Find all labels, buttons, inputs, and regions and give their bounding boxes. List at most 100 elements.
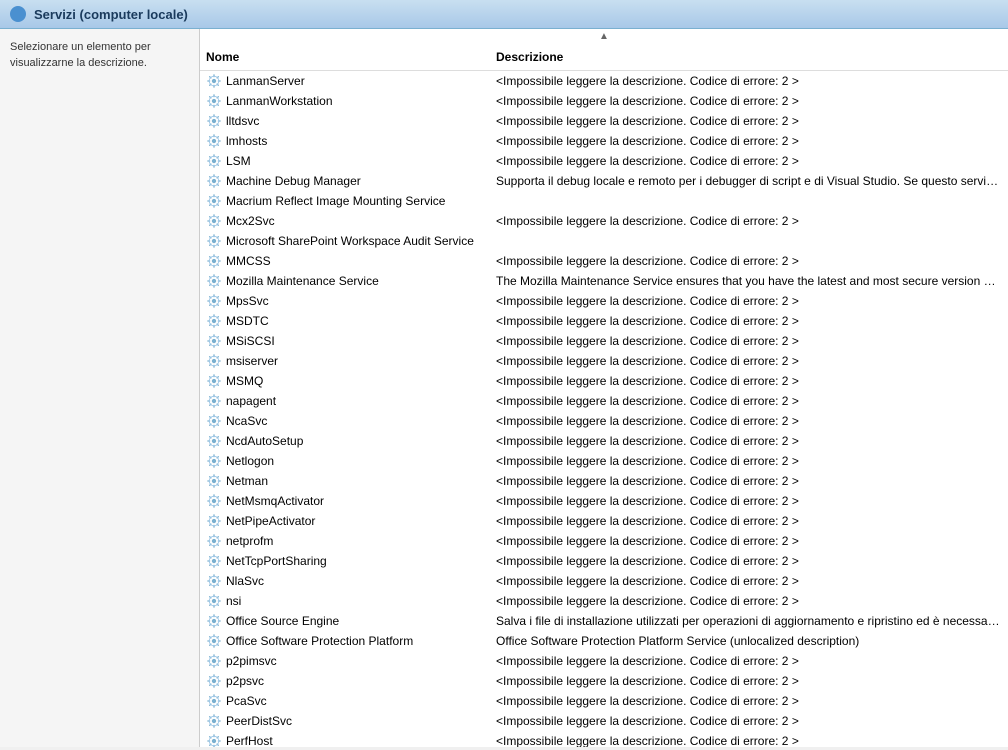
table-row[interactable]: NcdAutoSetup <Impossibile leggere la desc… — [200, 431, 1008, 451]
service-desc-cell: <Impossibile leggere la descrizione. Cod… — [490, 433, 1008, 449]
service-icon — [206, 253, 222, 269]
right-panel: ▲ Nome Descrizione LanmanServer<Impossib… — [200, 29, 1008, 747]
service-name-text: Netman — [226, 474, 268, 488]
table-row[interactable]: MSiSCSI<Impossibile leggere la descrizio… — [200, 331, 1008, 351]
service-name-cell: Office Software Protection Platform — [200, 632, 490, 650]
service-name-cell: p2pimsvc — [200, 652, 490, 670]
service-name-text: lmhosts — [226, 134, 267, 148]
table-header: Nome Descrizione — [200, 44, 1008, 71]
service-name-text: Netlogon — [226, 454, 274, 468]
table-row[interactable]: MSDTC <Impossibile leggere la descrizione… — [200, 311, 1008, 331]
service-name-cell: Netlogon — [200, 452, 490, 470]
service-name-text: Mcx2Svc — [226, 214, 275, 228]
service-name-text: p2psvc — [226, 674, 264, 688]
service-desc-cell: <Impossibile leggere la descrizione. Cod… — [490, 573, 1008, 589]
main-container: Selezionare un elemento per visualizzarn… — [0, 29, 1008, 747]
table-row[interactable]: netprofm<Impossibile leggere la descrizi… — [200, 531, 1008, 551]
service-name-text: Machine Debug Manager — [226, 174, 361, 188]
service-name-text: NetTcpPortSharing — [226, 554, 327, 568]
service-name-text: PerfHost — [226, 734, 273, 747]
service-desc-cell: <Impossibile leggere la descrizione. Cod… — [490, 333, 1008, 349]
service-desc-cell: <Impossibile leggere la descrizione. Cod… — [490, 373, 1008, 389]
table-row[interactable]: Mozilla Maintenance ServiceThe Mozilla M… — [200, 271, 1008, 291]
column-header-description[interactable]: Descrizione — [490, 48, 1008, 66]
table-row[interactable]: LanmanWorkstation<Impossibile leggere la… — [200, 91, 1008, 111]
service-name-text: NlaSvc — [226, 574, 264, 588]
table-row[interactable]: MSMQ<Impossibile leggere la descrizione.… — [200, 371, 1008, 391]
service-name-cell: MMCSS — [200, 252, 490, 270]
table-row[interactable]: Office Software Protection Platform Offic… — [200, 631, 1008, 651]
column-header-name[interactable]: Nome — [200, 48, 490, 66]
table-row[interactable]: NlaSvc <Impossibile leggere la descrizion… — [200, 571, 1008, 591]
table-row[interactable]: lltdsvc<Impossibile leggere la descrizio… — [200, 111, 1008, 131]
service-name-text: PeerDistSvc — [226, 714, 292, 728]
service-name-cell: PcaSvc — [200, 692, 490, 710]
service-desc-cell: <Impossibile leggere la descrizione. Cod… — [490, 133, 1008, 149]
table-row[interactable]: lmhosts <Impossibile leggere la descrizio… — [200, 131, 1008, 151]
table-row[interactable]: Netlogon <Impossibile leggere la descrizi… — [200, 451, 1008, 471]
table-row[interactable]: p2pimsvc<Impossibile leggere la descrizi… — [200, 651, 1008, 671]
table-row[interactable]: Office Source EngineSalva i file di inst… — [200, 611, 1008, 631]
table-row[interactable]: Netman<Impossibile leggere la descrizion… — [200, 471, 1008, 491]
service-name-text: LanmanWorkstation — [226, 94, 333, 108]
service-name-cell: NcaSvc — [200, 412, 490, 430]
service-icon — [206, 213, 222, 229]
table-row[interactable]: nsi<Impossibile leggere la descrizione. … — [200, 591, 1008, 611]
service-name-cell: Mozilla Maintenance Service — [200, 272, 490, 290]
table-row[interactable]: LanmanServer<Impossibile leggere la desc… — [200, 71, 1008, 91]
service-icon — [206, 173, 222, 189]
service-name-text: NcdAutoSetup — [226, 434, 303, 448]
service-desc-cell: Salva i file di installazione utilizzati… — [490, 613, 1008, 629]
service-desc-cell: Office Software Protection Platform Serv… — [490, 633, 1008, 649]
service-desc-cell — [490, 240, 1008, 242]
service-desc-cell: <Impossibile leggere la descrizione. Cod… — [490, 493, 1008, 509]
service-name-cell: PeerDistSvc — [200, 712, 490, 730]
table-row[interactable]: PeerDistSvc <Impossibile leggere la descr… — [200, 711, 1008, 731]
services-table-body[interactable]: LanmanServer <Impossibile leggere la desc… — [200, 71, 1008, 747]
service-icon — [206, 513, 222, 529]
table-row[interactable]: NetMsmqActivator<Impossibile leggere la … — [200, 491, 1008, 511]
service-icon — [206, 653, 222, 669]
service-desc-cell: <Impossibile leggere la descrizione. Cod… — [490, 253, 1008, 269]
service-name-text: NetPipeActivator — [226, 514, 315, 528]
service-name-cell: napagent — [200, 392, 490, 410]
service-name-cell: Netman — [200, 472, 490, 490]
service-name-text: Office Software Protection Platform — [226, 634, 413, 648]
table-row[interactable]: napagent<Impossibile leggere la descrizi… — [200, 391, 1008, 411]
service-name-cell: lmhosts — [200, 132, 490, 150]
table-row[interactable]: Mcx2Svc<Impossibile leggere la descrizio… — [200, 211, 1008, 231]
service-name-text: MSDTC — [226, 314, 269, 328]
service-name-cell: LanmanWorkstation — [200, 92, 490, 110]
table-row[interactable]: PerfHost<Impossibile leggere la descrizi… — [200, 731, 1008, 747]
service-desc-cell: <Impossibile leggere la descrizione. Cod… — [490, 593, 1008, 609]
service-icon — [206, 133, 222, 149]
table-row[interactable]: LSM<Impossibile leggere la descrizione. … — [200, 151, 1008, 171]
table-row[interactable]: p2psvc <Impossibile leggere la descrizion… — [200, 671, 1008, 691]
table-row[interactable]: Macrium Reflect Image Mounting Service — [200, 191, 1008, 211]
service-name-cell: p2psvc — [200, 672, 490, 690]
service-name-text: LanmanServer — [226, 74, 305, 88]
service-name-cell: NetPipeActivator — [200, 512, 490, 530]
service-name-text: p2pimsvc — [226, 654, 277, 668]
service-desc-cell: <Impossibile leggere la descrizione. Cod… — [490, 673, 1008, 689]
service-desc-cell: The Mozilla Maintenance Service ensures … — [490, 273, 1008, 289]
table-row[interactable]: PcaSvc<Impossibile leggere la descrizion… — [200, 691, 1008, 711]
service-desc-cell: <Impossibile leggere la descrizione. Cod… — [490, 313, 1008, 329]
table-row[interactable]: Machine Debug ManagerSupporta il debug l… — [200, 171, 1008, 191]
service-name-cell: LSM — [200, 152, 490, 170]
service-name-cell: NcdAutoSetup — [200, 432, 490, 450]
service-name-text: PcaSvc — [226, 694, 267, 708]
service-desc-cell: <Impossibile leggere la descrizione. Cod… — [490, 713, 1008, 729]
title-bar-text: Servizi (computer locale) — [34, 7, 188, 22]
service-icon — [206, 673, 222, 689]
table-row[interactable]: NcaSvc<Impossibile leggere la descrizion… — [200, 411, 1008, 431]
table-row[interactable]: NetPipeActivator<Impossibile leggere la … — [200, 511, 1008, 531]
service-desc-cell: <Impossibile leggere la descrizione. Cod… — [490, 453, 1008, 469]
table-row[interactable]: msiserver<Impossibile leggere la descriz… — [200, 351, 1008, 371]
table-row[interactable]: NetTcpPortSharing<Impossibile leggere la… — [200, 551, 1008, 571]
table-row[interactable]: MpsSvc<Impossibile leggere la descrizion… — [200, 291, 1008, 311]
table-row[interactable]: Microsoft SharePoint Workspace Audit Ser… — [200, 231, 1008, 251]
service-name-text: MMCSS — [226, 254, 271, 268]
table-row[interactable]: MMCSS <Impossibile leggere la descrizione… — [200, 251, 1008, 271]
service-name-cell: nsi — [200, 592, 490, 610]
